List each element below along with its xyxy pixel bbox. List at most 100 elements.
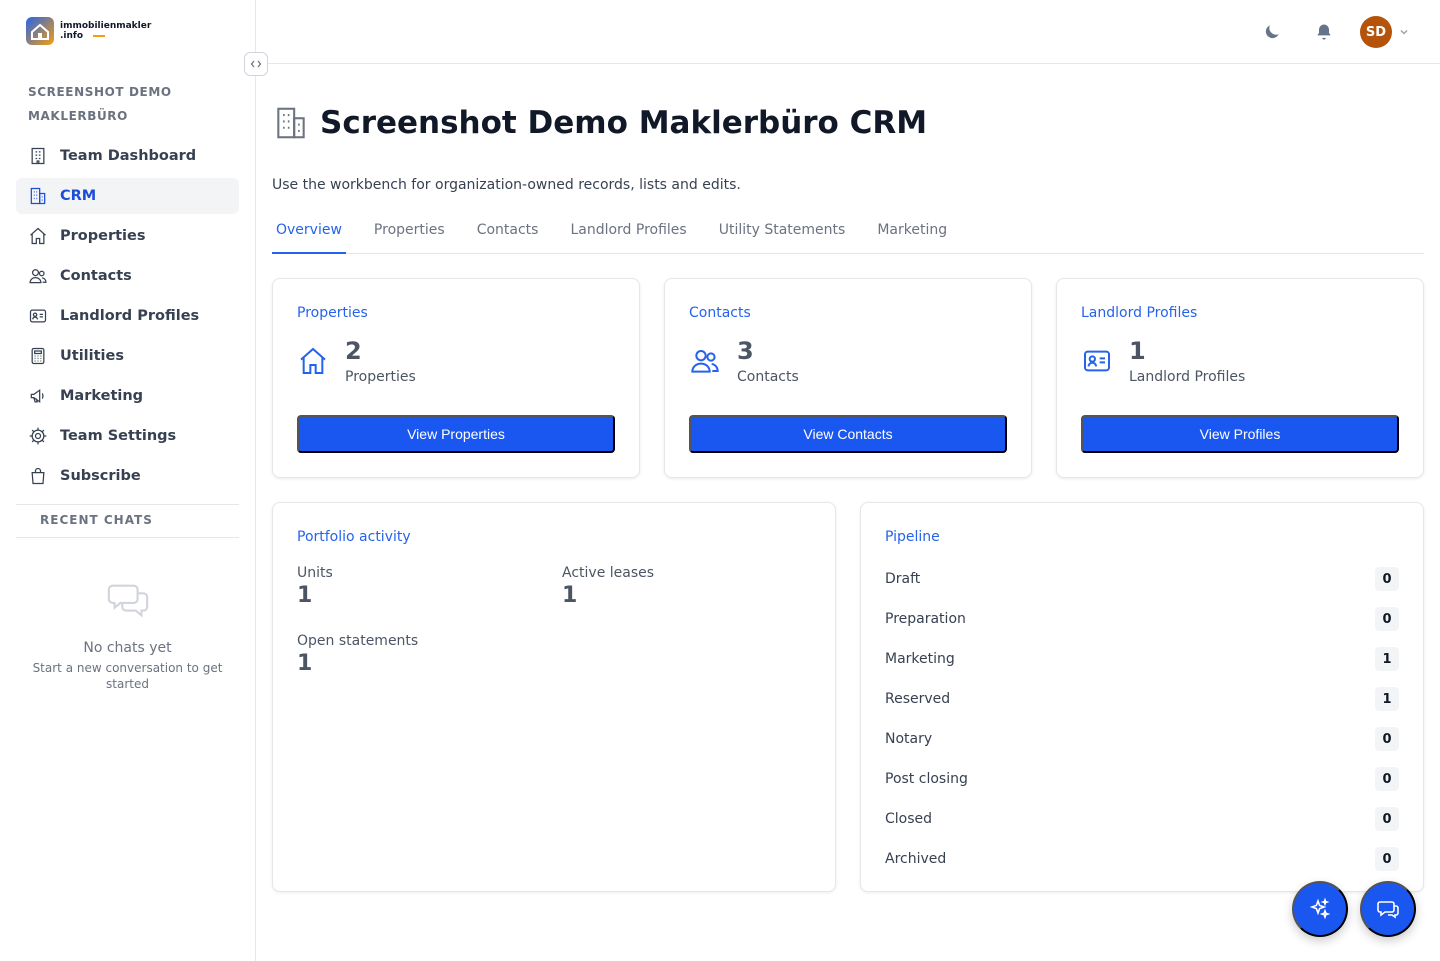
units-stat: Units 1	[297, 565, 333, 608]
tab-landlord-profiles[interactable]: Landlord Profiles	[566, 210, 690, 254]
sidebar-item-label: Properties	[60, 228, 146, 244]
count-badge: 0	[1375, 567, 1399, 591]
sidebar-item-label: Subscribe	[60, 468, 141, 484]
shopping-bag-icon	[31, 467, 45, 485]
home-icon	[30, 227, 46, 245]
sidebar-item-subscribe[interactable]: Subscribe	[16, 458, 239, 494]
tab-bar: Overview Properties Contacts Landlord Pr…	[272, 210, 1424, 254]
stat-value: 1	[562, 583, 578, 608]
landlord-profiles-card: Landlord Profiles 1 Landlord Profiles Vi…	[1056, 278, 1424, 478]
portfolio-activity-card: Portfolio activity Units 1 Active leases…	[272, 502, 836, 892]
pipeline-row: Draft 0	[885, 559, 1399, 599]
pipeline-row: Marketing 1	[885, 639, 1399, 679]
pipeline-stage: Marketing	[885, 651, 955, 667]
sidebar-item-label: Team Dashboard	[60, 148, 197, 164]
pipeline-row: Notary 0	[885, 719, 1399, 759]
megaphone-icon	[30, 388, 44, 404]
tab-marketing[interactable]: Marketing	[873, 210, 951, 254]
view-contacts-button[interactable]: View Contacts	[689, 415, 1007, 453]
stat-label: Open statements	[297, 633, 419, 649]
sidebar-item-label: Landlord Profiles	[60, 308, 200, 324]
collapse-sidebar-button[interactable]	[244, 52, 268, 76]
id-card-icon	[29, 309, 47, 323]
notifications-button[interactable]	[1308, 16, 1340, 48]
stat-value: 1	[297, 651, 313, 676]
bell-icon	[1317, 24, 1331, 40]
sidebar-item-label: Marketing	[60, 388, 144, 404]
home-icon	[300, 347, 326, 374]
empty-chats: No chats yet Start a new conversation to…	[16, 578, 239, 692]
pipeline-stage: Post closing	[885, 771, 968, 787]
stat-label: Properties	[345, 369, 416, 385]
tab-properties[interactable]: Properties	[370, 210, 449, 254]
page-title: Screenshot Demo Maklerbüro CRM	[320, 105, 928, 141]
card-title: Contacts	[689, 305, 751, 321]
stat-label: Units	[297, 565, 333, 581]
recent-chats-heading: RECENT CHATS	[40, 513, 153, 527]
pipeline-row: Preparation 0	[885, 599, 1399, 639]
pipeline-stage: Draft	[885, 571, 921, 587]
divider	[16, 537, 239, 538]
cog-icon	[29, 427, 47, 445]
sidebar-item-contacts[interactable]: Contacts	[16, 258, 239, 294]
sidebar-item-label: Utilities	[60, 348, 124, 364]
building-icon	[277, 107, 305, 139]
sidebar-item-label: Team Settings	[60, 428, 177, 444]
pipeline-row: Archived 0	[885, 839, 1399, 879]
stat-label: Landlord Profiles	[1129, 369, 1246, 385]
chat-bubbles-icon	[107, 584, 148, 618]
stat-value: 3	[737, 337, 754, 365]
sidebar-item-utilities[interactable]: Utilities	[16, 338, 239, 374]
card-title: Portfolio activity	[297, 529, 411, 545]
pipeline-stage: Notary	[885, 731, 933, 747]
sidebar-item-landlord-profiles[interactable]: Landlord Profiles	[16, 298, 239, 334]
sidebar-item-properties[interactable]: Properties	[16, 218, 239, 254]
sparkles-icon	[1309, 897, 1331, 920]
sidebar-item-marketing[interactable]: Marketing	[16, 378, 239, 414]
pipeline-stage: Preparation	[885, 611, 966, 627]
pipeline-row: Closed 0	[885, 799, 1399, 839]
sidebar-item-team-dashboard[interactable]: Team Dashboard	[16, 138, 239, 174]
chevron-down-icon[interactable]	[1398, 26, 1410, 38]
moon-icon	[1265, 25, 1279, 39]
brand-logo[interactable]: immobilienmakler .info	[26, 17, 151, 45]
id-card-icon	[1084, 350, 1110, 372]
house-logo-icon	[26, 17, 54, 45]
chat-bubbles-icon	[1377, 901, 1399, 919]
sidebar-item-crm[interactable]: CRM	[16, 178, 239, 214]
view-profiles-button[interactable]: View Profiles	[1081, 415, 1399, 453]
open-statements-stat: Open statements 1	[297, 633, 418, 676]
divider	[16, 504, 239, 505]
stat-value: 2	[345, 337, 362, 365]
tab-utility-statements[interactable]: Utility Statements	[715, 210, 850, 254]
count-badge: 1	[1375, 647, 1399, 671]
tab-overview[interactable]: Overview	[272, 210, 346, 254]
users-icon	[29, 269, 47, 284]
sidebar: immobilienmakler .info SCREENSHOT DEMO M…	[0, 0, 256, 961]
stat-value: 1	[297, 583, 313, 608]
brand-name: immobilienmakler	[60, 21, 152, 31]
active-leases-stat: Active leases 1	[562, 565, 654, 608]
pipeline-stage: Closed	[885, 811, 933, 827]
card-title: Properties	[297, 305, 368, 321]
stat-label: Active leases	[562, 565, 655, 581]
count-badge: 0	[1375, 807, 1399, 831]
page-subtitle: Use the workbench for organization-owned…	[272, 177, 741, 193]
user-avatar[interactable]: SD	[1360, 16, 1392, 48]
count-badge: 0	[1375, 607, 1399, 631]
tab-contacts[interactable]: Contacts	[473, 210, 543, 254]
no-chats-title: No chats yet	[83, 640, 172, 656]
count-badge: 0	[1375, 767, 1399, 791]
stat-label: Contacts	[737, 369, 799, 385]
no-chats-text: Start a new conversation to get started	[32, 661, 223, 691]
chat-button[interactable]	[1360, 881, 1416, 937]
users-icon	[691, 350, 719, 373]
card-title: Pipeline	[885, 529, 940, 545]
dark-mode-toggle[interactable]	[1256, 16, 1288, 48]
stat-value: 1	[1129, 337, 1146, 365]
count-badge: 0	[1375, 847, 1399, 871]
view-properties-button[interactable]: View Properties	[297, 415, 615, 453]
ai-assistant-button[interactable]	[1292, 881, 1348, 937]
top-bar: SD	[256, 0, 1440, 64]
sidebar-item-team-settings[interactable]: Team Settings	[16, 418, 239, 454]
